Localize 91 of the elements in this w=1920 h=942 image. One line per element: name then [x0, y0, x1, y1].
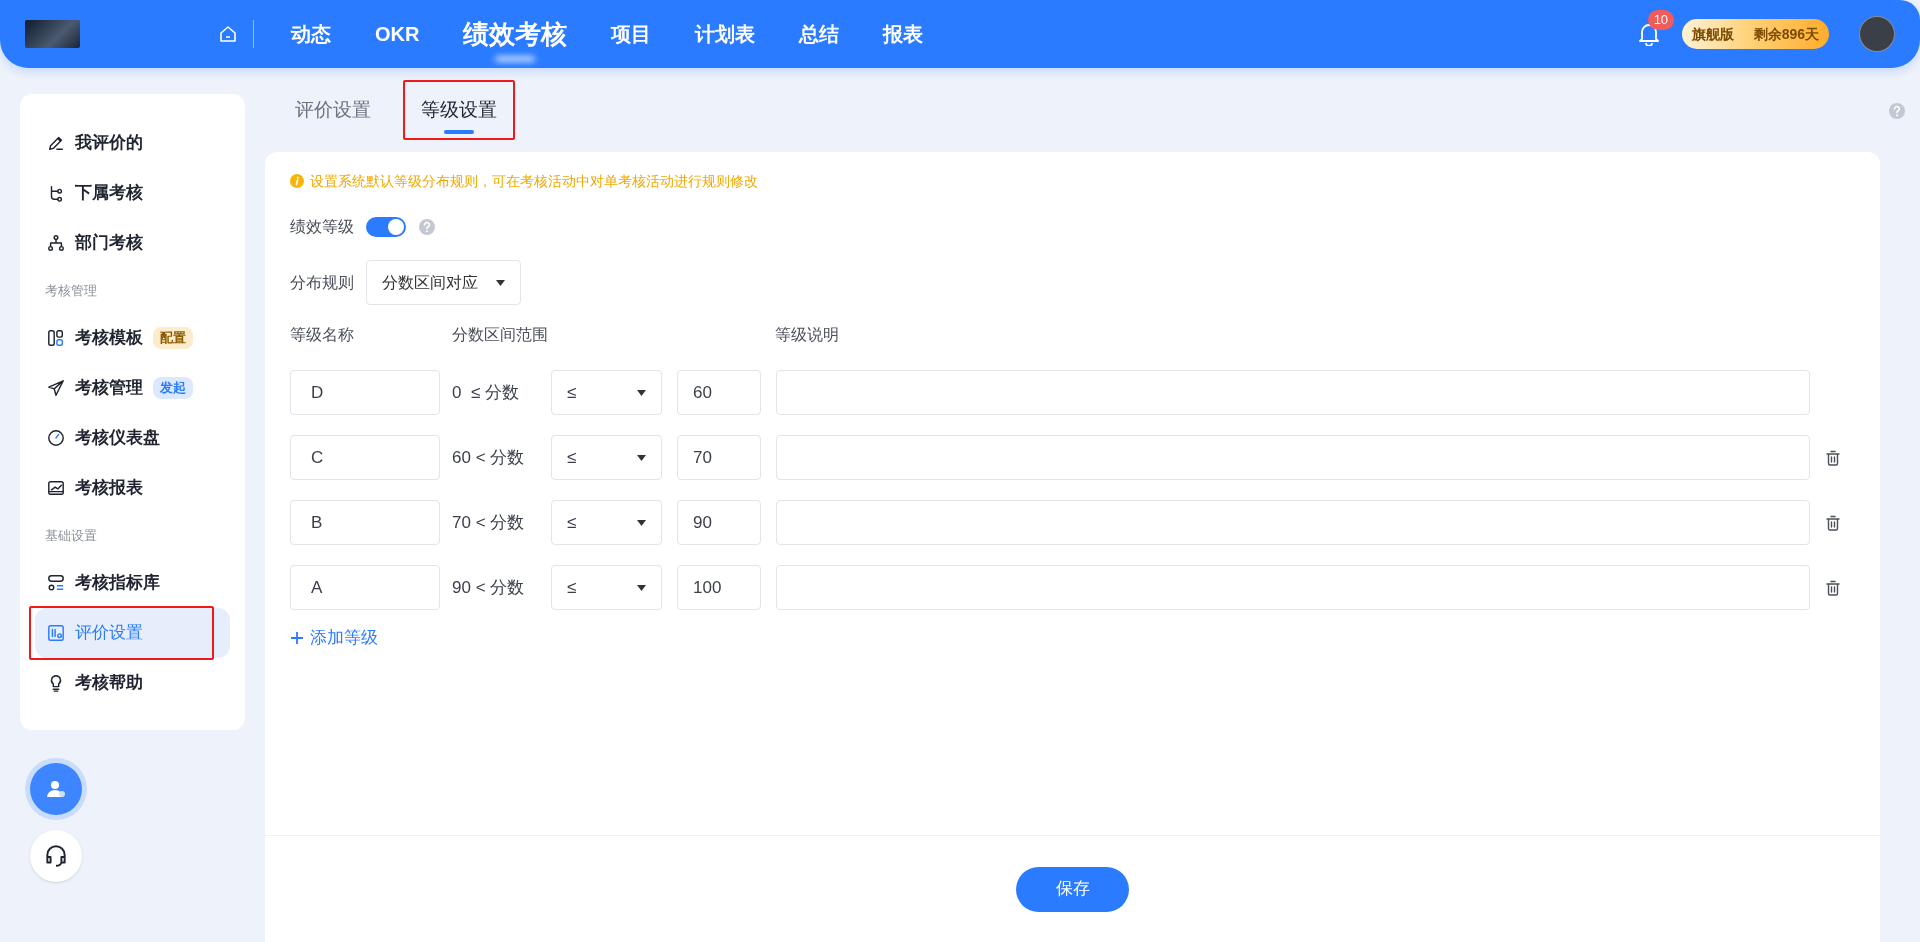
nav-tab[interactable]: 项目 [589, 19, 674, 49]
grade-name-field[interactable]: B [290, 500, 440, 545]
bell-icon[interactable] [1637, 22, 1660, 46]
column-header: 等级说明 [775, 325, 839, 345]
column-header: 等级名称 [290, 325, 355, 345]
sidebar-item-label: 考核仪表盘 [75, 427, 160, 450]
grade-name-field[interactable]: D [290, 370, 440, 415]
sidebar-item-label: 考核模板 [75, 327, 143, 350]
sidebar-item[interactable]: 我评价的 [35, 118, 230, 168]
tab[interactable]: 等级设置 [401, 84, 517, 136]
headset-icon [43, 843, 69, 869]
sidebar-item-label: 考核管理 [75, 377, 143, 400]
field-label: 分布规则 [290, 272, 354, 293]
sidebar-item-label: 下属考核 [75, 182, 143, 205]
notification-badge: 10 [1647, 10, 1675, 30]
description-field[interactable] [776, 435, 1810, 480]
user-settings-button[interactable] [30, 763, 82, 815]
sidebar-item[interactable]: 部门考核 [35, 218, 230, 268]
notice-text: 设置系统默认等级分布规则，可在考核活动中对单考核活动进行规则修改 [310, 171, 758, 191]
trash-icon[interactable] [1825, 514, 1840, 531]
grade-name-field[interactable]: A [290, 565, 440, 610]
upper-bound-field[interactable]: 100 [677, 565, 761, 610]
chart-card-icon [47, 479, 65, 497]
toggle-switch[interactable] [366, 217, 406, 237]
caret-icon [637, 519, 646, 526]
info-icon [290, 174, 304, 188]
org-chart-icon [47, 234, 65, 252]
sidebar-item[interactable]: 下属考核 [35, 168, 230, 218]
tag: 发起 [153, 377, 193, 399]
logo-picture[interactable] [25, 20, 80, 48]
sidebar-item[interactable]: 考核管理 发起 [35, 363, 230, 413]
list-card-icon [47, 574, 65, 592]
plus-icon [290, 630, 304, 645]
section-label: 基础设置 [44, 526, 98, 545]
sidebar-item[interactable]: 考核模板 配置 [35, 313, 230, 363]
sidebar-item[interactable]: 考核指标库 [35, 558, 230, 608]
operator-dropdown[interactable]: ≤ [551, 500, 662, 545]
caret-icon [637, 454, 646, 461]
tab[interactable]: 评价设置 [275, 84, 391, 136]
upper-bound-field[interactable]: 70 [677, 435, 761, 480]
range-label: 70 < 分数 [452, 511, 526, 534]
sidebar-item-label: 考核报表 [75, 477, 143, 500]
grade-name-field[interactable]: C [290, 435, 440, 480]
sidebar-item-label: 考核指标库 [75, 572, 160, 595]
tag: 配置 [153, 327, 193, 349]
plan-name: 旗舰版 [1690, 24, 1735, 44]
nav-tab[interactable]: 动态 [269, 19, 353, 49]
sidebar-item[interactable]: 考核帮助 [35, 658, 230, 708]
operator-dropdown[interactable]: ≤ [551, 435, 662, 480]
paper-plane-icon [47, 379, 65, 397]
nav-tab[interactable]: 报表 [861, 19, 946, 49]
save-button[interactable]: 保存 [1016, 866, 1129, 912]
trash-icon[interactable] [1825, 449, 1840, 466]
upper-bound-field[interactable]: 90 [677, 500, 761, 545]
nav-tab[interactable]: 计划表 [673, 19, 778, 49]
rule-dropdown[interactable]: 分数区间对应 [366, 260, 521, 305]
sidebar-item[interactable]: 考核仪表盘 [35, 413, 230, 463]
caret-icon [637, 389, 646, 396]
settings-card-icon [47, 624, 65, 642]
operator-dropdown[interactable]: ≤ [551, 565, 662, 610]
description-field[interactable] [776, 500, 1810, 545]
column-header: 分数区间范围 [452, 325, 549, 345]
caret-icon [637, 584, 646, 591]
nav-tab[interactable]: OKR [353, 19, 442, 49]
section-label: 考核管理 [44, 281, 98, 300]
description-field[interactable] [776, 370, 1810, 415]
sidebar-item-label: 评价设置 [75, 622, 143, 645]
gauge-icon [47, 429, 65, 447]
home-icon[interactable] [218, 24, 238, 44]
nav-tab[interactable]: 绩效考核 [441, 4, 590, 64]
sidebar-item[interactable]: 考核报表 [35, 463, 230, 513]
caret-icon [496, 279, 505, 286]
layout-icon [47, 329, 65, 347]
add-grade-link[interactable]: 添加等级 [290, 625, 378, 651]
description-field[interactable] [776, 565, 1810, 610]
avatar[interactable] [1859, 16, 1895, 52]
trash-icon[interactable] [1825, 579, 1840, 596]
range-label: 0 ≤ 分数 [452, 381, 520, 404]
remaining-days: 剩余896天 [1743, 23, 1829, 45]
customer-service-button[interactable] [30, 830, 82, 882]
sidebar-item-label: 我评价的 [75, 132, 143, 155]
operator-dropdown[interactable]: ≤ [551, 370, 662, 415]
plan-pill[interactable]: 旗舰版 剩余896天 [1681, 19, 1829, 49]
pencil-icon [47, 134, 65, 152]
nav-tab[interactable]: 总结 [777, 19, 862, 49]
field-label: 绩效等级 [290, 217, 354, 237]
upper-bound-field[interactable]: 60 [677, 370, 761, 415]
sidebar-item-label: 考核帮助 [75, 672, 143, 695]
sidebar-item-label: 部门考核 [75, 232, 143, 255]
range-label: 60 < 分数 [452, 446, 526, 469]
range-label: 90 < 分数 [452, 576, 526, 599]
